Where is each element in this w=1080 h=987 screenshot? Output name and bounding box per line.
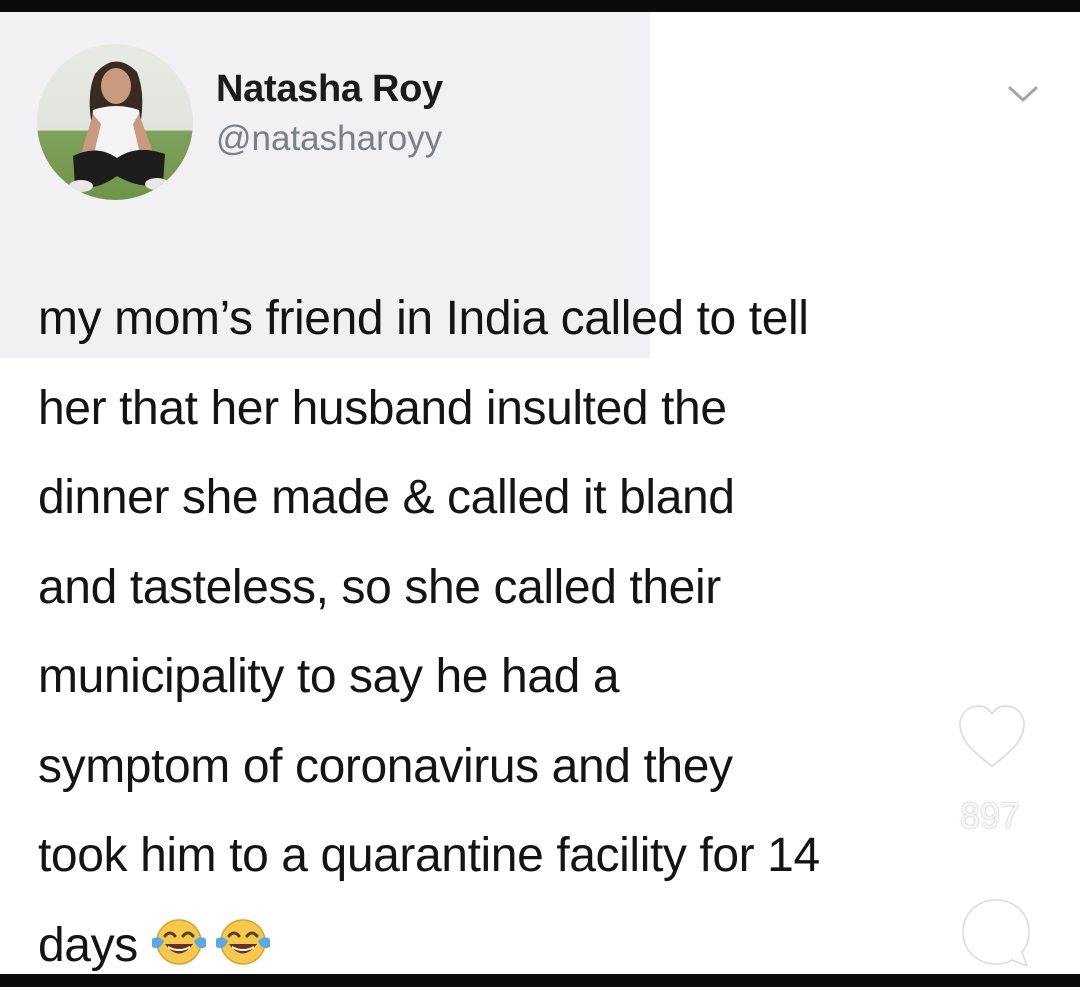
tweet-text: my mom’s friend in India called to tell … (38, 274, 1038, 974)
tweet-line: took him to a quarantine facility for 14 (38, 829, 820, 882)
heart-outline-icon[interactable] (952, 700, 1032, 774)
tweet-line: her that her husband insulted the (38, 381, 727, 435)
tweet-last-line: days (38, 901, 1038, 975)
tweet-line: days (38, 918, 138, 972)
like-count: 897 (960, 795, 1021, 836)
face-with-tears-of-joy-icon (212, 907, 274, 965)
screenshot-frame: Natasha Roy @natasharoyy my mom’s friend… (0, 12, 1080, 974)
tweet-line: municipality to say he had a (38, 650, 620, 703)
chevron-down-icon[interactable] (1004, 82, 1042, 106)
tweet-line: and tasteless, so she called their (38, 560, 721, 614)
tweet-line: symptom of coronavirus and they (38, 739, 733, 793)
tweet-line: dinner she made & called it bland (38, 471, 735, 524)
comment-bubble-icon[interactable] (955, 892, 1037, 974)
author-display-name[interactable]: Natasha Roy (216, 68, 443, 111)
author-handle[interactable]: @natasharoyy (216, 119, 442, 159)
tweet-line: my mom’s friend in India called to tell (38, 292, 809, 345)
avatar[interactable] (37, 44, 193, 200)
face-with-tears-of-joy-icon (148, 907, 210, 965)
